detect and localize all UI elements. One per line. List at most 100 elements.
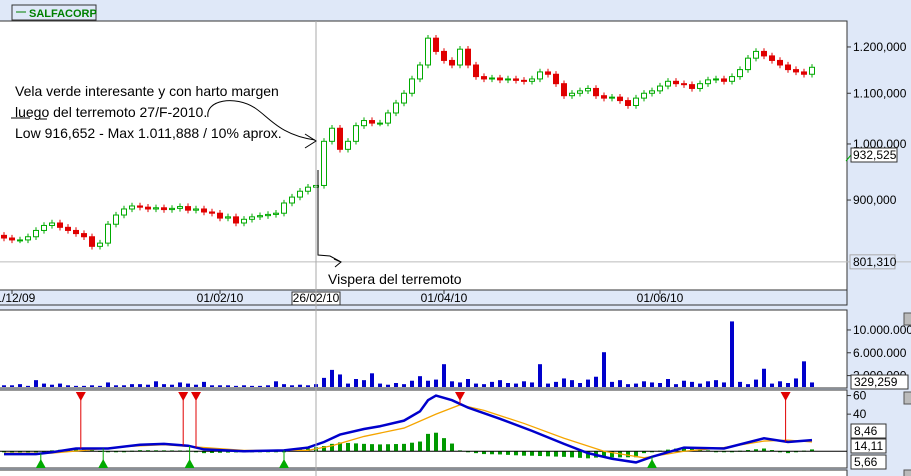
- panel-close-button[interactable]: [903, 469, 911, 476]
- candle-up: [153, 207, 159, 210]
- candle-up: [297, 190, 303, 198]
- candle-up: [321, 140, 327, 186]
- volume-bar: [18, 384, 22, 387]
- histogram-bar: [354, 443, 358, 452]
- last-price-label: 932,525: [853, 148, 897, 162]
- volume-bar: [578, 383, 582, 387]
- hist-value-label: 5,66: [854, 455, 878, 469]
- symbol-label: SALFACORP: [29, 8, 97, 20]
- candle-up: [737, 69, 743, 78]
- candle-up: [113, 214, 119, 225]
- volume-bar: [554, 381, 558, 387]
- price-tick-label: 1.100,000: [853, 86, 907, 100]
- volume-bar: [186, 383, 190, 387]
- candle-up: [249, 216, 255, 220]
- volume-bar: [746, 384, 750, 387]
- candle-up: [329, 127, 335, 142]
- volume-bar: [762, 368, 766, 387]
- candle-up: [353, 125, 359, 142]
- candle-up: [345, 140, 351, 150]
- candle-down: [65, 226, 71, 231]
- stock-chart[interactable]: SALFACORP 1.200,0001.100,0001.000,000900…: [0, 0, 911, 476]
- candle-down: [625, 100, 631, 106]
- histogram-bar: [450, 443, 454, 452]
- volume-bar: [354, 379, 358, 387]
- candle-down: [681, 83, 687, 86]
- macd-panel[interactable]: [0, 389, 848, 469]
- volume-bar: [298, 384, 302, 387]
- candle-up: [97, 242, 103, 247]
- candle-up: [177, 206, 183, 209]
- volume-bar: [34, 380, 38, 387]
- eve-label: Vispera del terremoto: [328, 271, 462, 287]
- candle-up: [17, 239, 23, 242]
- volume-bar: [66, 385, 70, 387]
- histogram-bar: [386, 444, 390, 452]
- macd-tick-label: 40: [853, 407, 867, 421]
- macd-close-button[interactable]: [903, 391, 911, 405]
- candle-down: [161, 207, 167, 211]
- volume-bar: [434, 379, 438, 387]
- candle-down: [545, 71, 551, 75]
- volume-bar: [666, 379, 670, 387]
- candle-up: [705, 79, 711, 85]
- volume-bar: [538, 364, 542, 387]
- candle-down: [561, 83, 567, 97]
- volume-bar: [546, 383, 550, 387]
- candle-down: [593, 87, 599, 97]
- price-panel[interactable]: [0, 20, 848, 291]
- histogram-bar: [410, 442, 414, 452]
- histogram-bar: [530, 451, 534, 456]
- candle-up: [273, 212, 279, 215]
- volume-bar: [242, 385, 246, 387]
- candle-down: [769, 55, 775, 61]
- candle-up: [361, 120, 367, 127]
- date-tick-label: 01/02/10: [197, 291, 244, 305]
- volume-bar: [370, 373, 374, 387]
- candle-up: [641, 92, 647, 99]
- volume-bar: [282, 384, 286, 387]
- candle-up: [417, 64, 423, 80]
- volume-bar: [58, 383, 62, 387]
- volume-bar: [522, 381, 526, 387]
- volume-bar: [650, 382, 654, 387]
- volume-bar: [602, 352, 606, 387]
- next-panel[interactable]: [0, 469, 848, 476]
- candle-up: [121, 208, 127, 216]
- volume-bar: [10, 385, 14, 387]
- macd-tick-label: 60: [853, 389, 867, 403]
- histogram-bar: [538, 451, 542, 457]
- volume-bar: [114, 385, 118, 387]
- volume-bar: [698, 383, 702, 387]
- candle-up: [25, 236, 31, 241]
- volume-bar: [234, 385, 238, 387]
- volume-panel[interactable]: [0, 309, 848, 389]
- volume-bar: [426, 380, 430, 387]
- volume-bar: [442, 364, 446, 387]
- candle-down: [785, 64, 791, 71]
- histogram-bar: [426, 433, 430, 452]
- volume-bar: [466, 379, 470, 387]
- volume-bar: [378, 383, 382, 387]
- volume-bar: [810, 382, 814, 387]
- date-tick-label: 01/06/10: [637, 291, 684, 305]
- candle-up: [753, 50, 759, 59]
- volume-bar: [594, 376, 598, 387]
- volume-bar: [634, 383, 638, 387]
- histogram-bar: [522, 451, 526, 456]
- candle-up: [665, 80, 671, 87]
- volume-bar: [146, 384, 150, 387]
- candle-down: [73, 229, 79, 235]
- candle-up: [193, 208, 199, 211]
- volume-bar: [26, 385, 30, 387]
- volume-bar: [290, 385, 294, 387]
- histogram-bar: [506, 451, 510, 455]
- price-tick-label: 1.200,000: [853, 40, 907, 54]
- volume-bar: [778, 381, 782, 387]
- volume-bar: [786, 383, 790, 387]
- candle-up: [649, 90, 655, 94]
- annotation-line-2: luego del terremoto 27/F-2010.: [15, 104, 207, 120]
- candle-down: [209, 211, 215, 214]
- candle-down: [473, 64, 479, 78]
- candle-up: [425, 37, 431, 66]
